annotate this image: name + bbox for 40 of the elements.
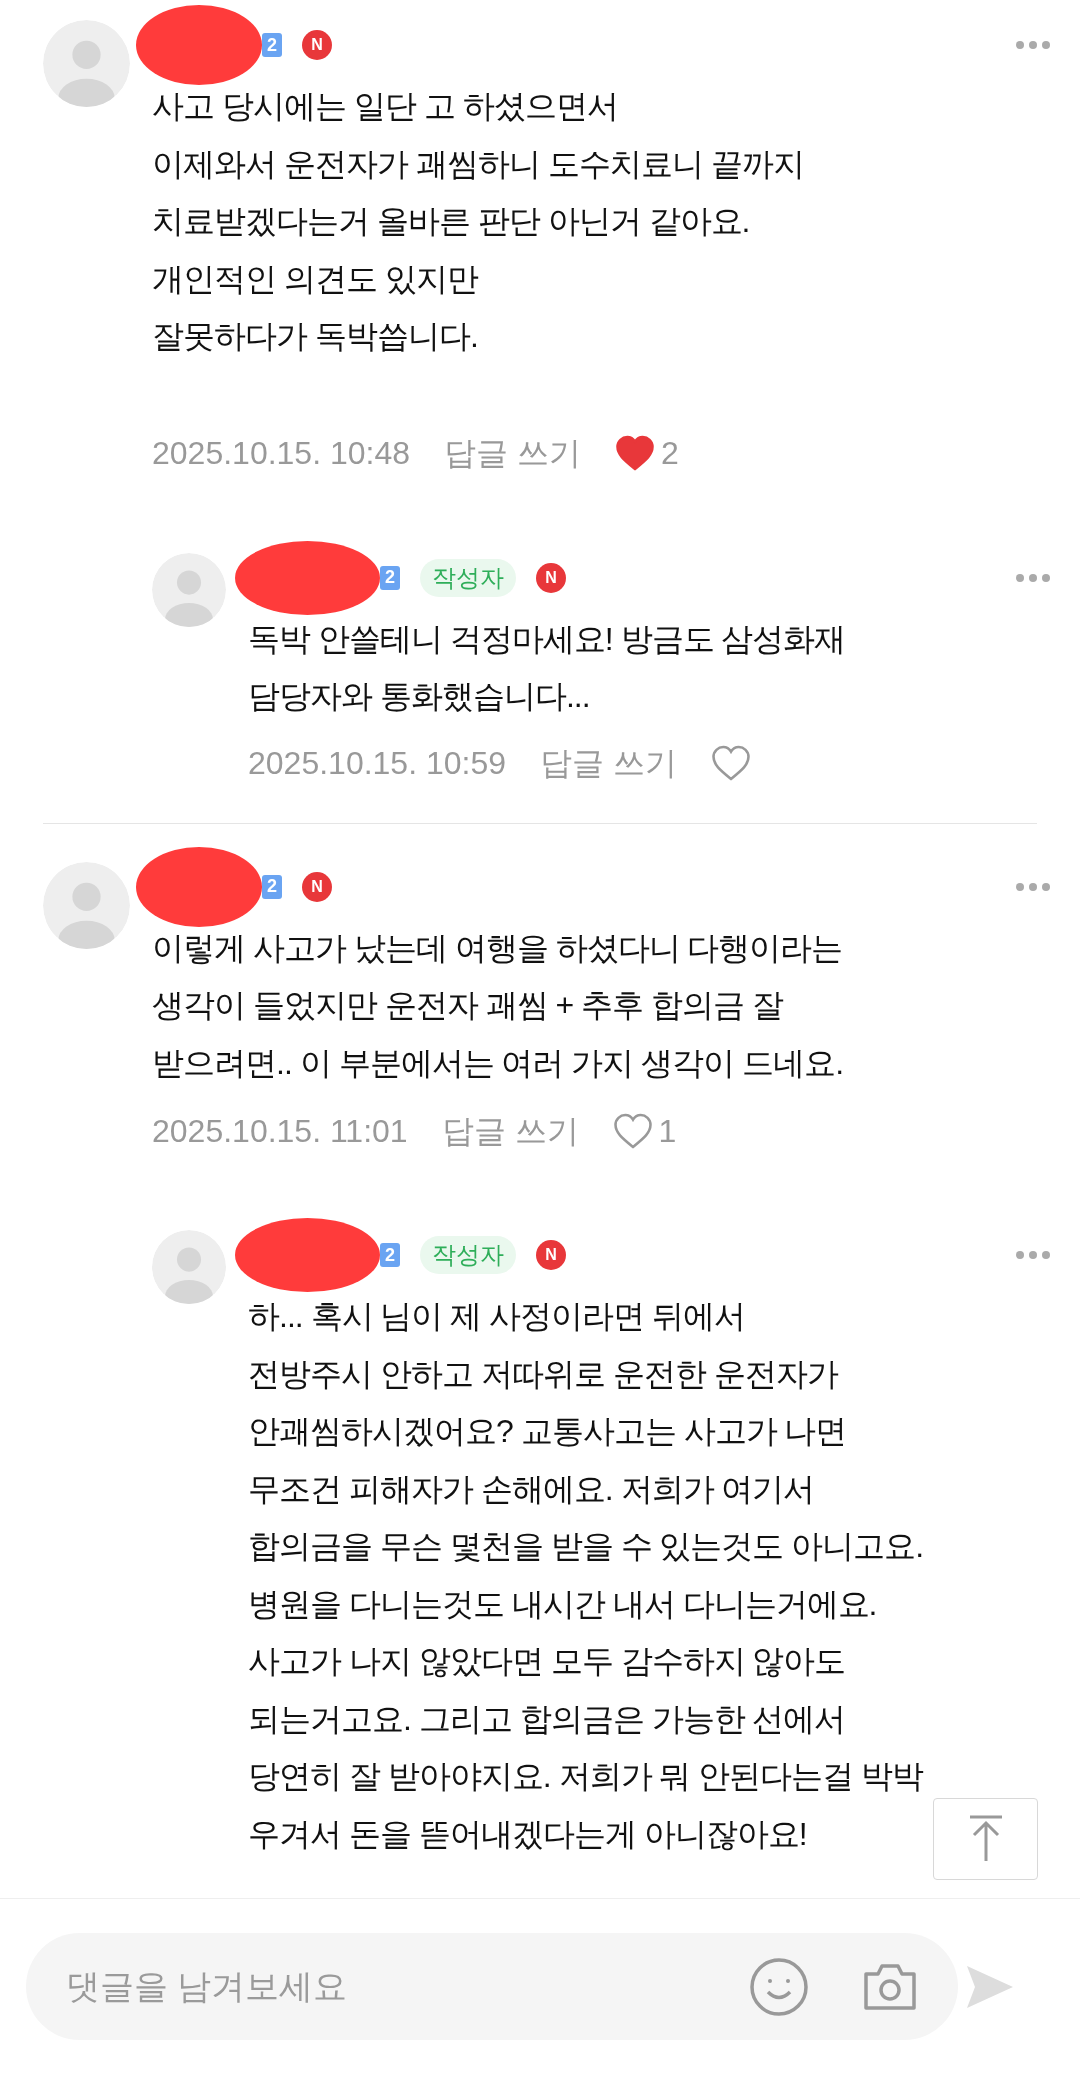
avatar-icon — [152, 552, 226, 627]
heart-icon[interactable] — [614, 434, 655, 471]
heart-icon[interactable] — [612, 1113, 653, 1149]
comment-date: 2025.10.15. 10:48 — [152, 433, 410, 473]
more-icon[interactable] — [1016, 882, 1050, 891]
like-count: 1 — [658, 1112, 677, 1151]
comment-input-field[interactable]: 댓글을 남겨보세요 — [26, 1933, 958, 2040]
more-icon[interactable] — [1016, 1251, 1050, 1259]
more-icon[interactable] — [1016, 573, 1050, 582]
more-icon[interactable] — [1016, 41, 1050, 49]
level-badge: 2 — [262, 33, 282, 57]
new-badge: N — [302, 30, 332, 60]
new-badge: N — [536, 562, 566, 593]
reply-link[interactable]: 답글 쓰기 — [441, 1107, 579, 1155]
comment-text: 하... 혹시 님이 제 사정이라면 뒤에서 전방주시 안하고 저따위로 운전한 운전자가 안괘씸하시겠어요? 교통사고는 사고가 나면 무조건 피해자가 손해에요. 저희가 여기서 합의금을 무슨 몇천을 받을 수 있는것도 아니고요. 병원을 다니는것도 내시간 내서 다니는거에요. 사고가 나지 않았다면 모두 감수하지 않아도 되는거고요. 그리고 합의금은 가능한 선에서 당연히 잘 받아야지요. 저희가 뭐 안된다는걸 박박 우겨서 돈을 뜯어내겠다는게 아니잖아요! — [248, 1297, 924, 1854]
level-badge: 2 — [380, 565, 400, 590]
reply-link[interactable]: 답글 쓰기 — [444, 428, 581, 477]
reply-link[interactable]: 답글 쓰기 — [540, 738, 677, 787]
level-badge: 2 — [380, 1243, 400, 1267]
comment-text: 이렇게 사고가 났는데 여행을 하셨다니 다행이라는 생각이 들었지만 운전자 괘씸 + 추후 합의금 잘 받으려면.. 이 부분에서는 여러 가지 생각이 드네요. — [152, 928, 843, 1083]
like-count: 2 — [660, 433, 679, 473]
comment-date: 2025.10.15. 11:01 — [152, 1112, 408, 1151]
scroll-to-top-button[interactable] — [933, 1798, 1038, 1880]
avatar-icon — [43, 861, 130, 949]
comment-text-input[interactable]: 댓글을 남겨보세요 — [66, 1961, 749, 2012]
heart-icon[interactable] — [710, 744, 751, 781]
level-badge: 2 — [262, 874, 282, 899]
avatar-icon — [152, 1230, 226, 1304]
author-tag: 작성자 — [420, 558, 516, 597]
avatar-icon — [43, 20, 130, 107]
comment-text: 독박 안쓸테니 걱정마세요! 방금도 삼성화재 담당자와 통화했습니다... — [248, 619, 846, 716]
emoji-icon[interactable] — [749, 1956, 809, 2017]
comment-text: 사고 당시에는 일단 고 하셨으면서 이제와서 운전자가 괘씸하니 도수치료니 끝까지 치료받겠다는거 올바른 판단 아닌거 같아요. 개인적인 의견도 있지만 잘못하다가 독박씁니다. — [152, 87, 804, 356]
comment-date: 2025.10.15. 10:59 — [248, 743, 506, 783]
arrow-up-icon — [968, 1815, 1003, 1863]
new-badge: N — [302, 871, 332, 902]
send-icon[interactable] — [967, 1965, 1013, 2008]
camera-icon[interactable] — [862, 1961, 918, 2012]
author-tag: 작성자 — [420, 1236, 516, 1274]
new-badge: N — [536, 1240, 566, 1270]
